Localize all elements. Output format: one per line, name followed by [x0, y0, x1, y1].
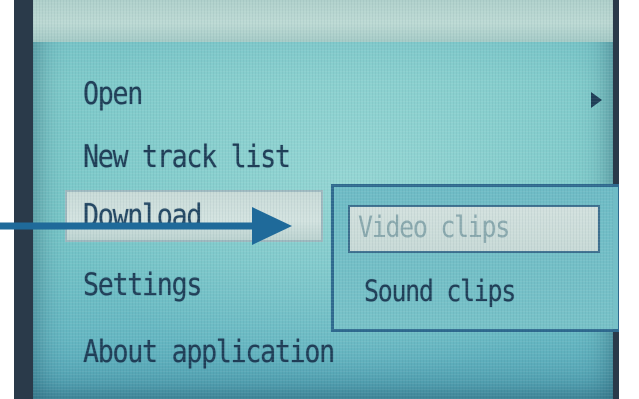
photo-of-phone-screen: Open New track list Download Settings Ab… — [0, 0, 639, 399]
menu-item-about-application[interactable]: About application — [83, 334, 335, 370]
phone-display-frame: Open New track list Download Settings Ab… — [14, 0, 619, 399]
menu-item-download[interactable]: Download — [83, 198, 202, 234]
submenu-item-video-clips[interactable]: Video clips — [358, 210, 510, 244]
submenu-arrow-icon — [591, 92, 602, 108]
submenu-item-sound-clips[interactable]: Sound clips — [364, 274, 516, 308]
title-bar — [33, 0, 613, 42]
menu-item-new-track-list[interactable]: New track list — [83, 139, 291, 175]
menu-item-open[interactable]: Open — [83, 76, 143, 112]
lcd-screen: Open New track list Download Settings Ab… — [33, 0, 619, 399]
menu-item-settings[interactable]: Settings — [83, 267, 202, 303]
download-submenu: Video clips Sound clips — [331, 184, 619, 332]
